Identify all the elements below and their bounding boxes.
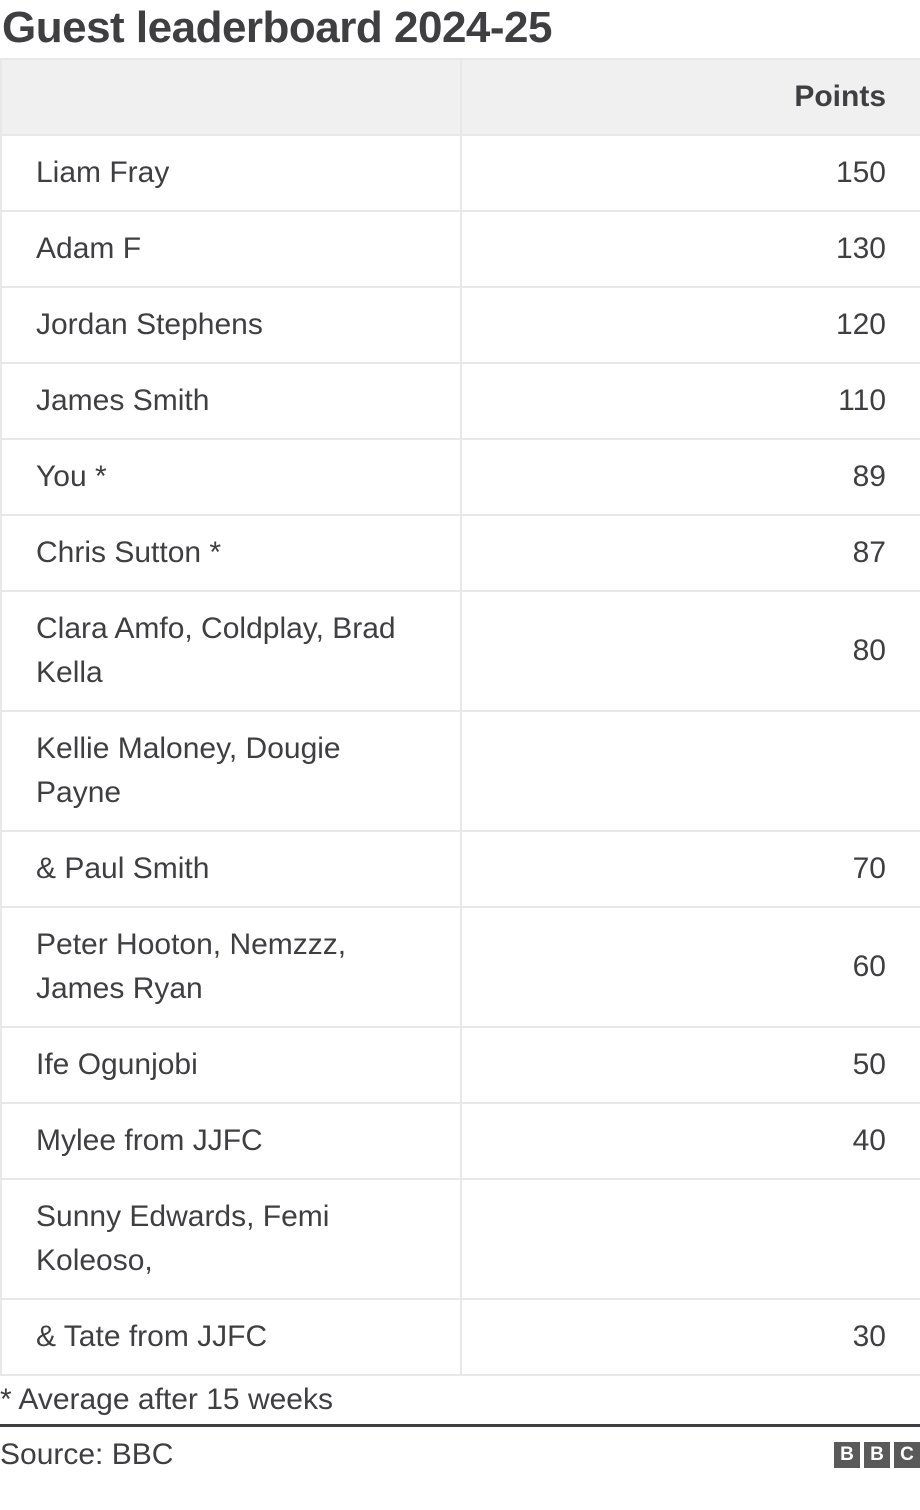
footnote: * Average after 15 weeks [0, 1376, 920, 1427]
table-row: Jordan Stephens 120 [0, 286, 920, 364]
guest-points: 70 [460, 830, 920, 908]
guest-points: 130 [460, 210, 920, 288]
guest-points: 60 [460, 906, 920, 1028]
guest-points: 40 [460, 1102, 920, 1180]
guest-points [460, 1178, 920, 1300]
guest-name: Peter Hooton, Nemzzz, James Ryan [0, 906, 462, 1028]
table-row: James Smith 110 [0, 362, 920, 440]
guest-name: Liam Fray [0, 134, 462, 212]
guest-name: Adam F [0, 210, 462, 288]
guest-name: You * [0, 438, 462, 516]
column-header-name [0, 58, 462, 136]
chart-title: Guest leaderboard 2024-25 [2, 3, 552, 52]
table-row: Kellie Maloney, Dougie Payne [0, 710, 920, 832]
guest-points: 110 [460, 362, 920, 440]
guest-name: James Smith [0, 362, 462, 440]
table-row: Clara Amfo, Coldplay, Brad Kella 80 [0, 590, 920, 712]
guest-name: & Paul Smith [0, 830, 462, 908]
guest-points: 87 [460, 514, 920, 592]
guest-name: Kellie Maloney, Dougie Payne [0, 710, 462, 832]
bbc-logo-icon: B B C [834, 1442, 920, 1468]
table-row: & Paul Smith 70 [0, 830, 920, 908]
table-row: Sunny Edwards, Femi Koleoso, [0, 1178, 920, 1300]
table-row: Peter Hooton, Nemzzz, James Ryan 60 [0, 906, 920, 1028]
guest-points: 89 [460, 438, 920, 516]
table-row: You * 89 [0, 438, 920, 516]
logo-letter: B [864, 1442, 890, 1468]
table-row: & Tate from JJFC 30 [0, 1298, 920, 1376]
guest-points: 30 [460, 1298, 920, 1376]
column-header-points: Points [460, 58, 920, 136]
table-row: Ife Ogunjobi 50 [0, 1026, 920, 1104]
source-label: Source: BBC [0, 1438, 174, 1471]
table-row: Adam F 130 [0, 210, 920, 288]
leaderboard-table: Points Liam Fray 150 Adam F 130 Jordan Ste… [0, 58, 920, 1376]
table-header-row: Points [0, 58, 920, 136]
logo-letter: B [834, 1442, 860, 1468]
guest-points: 150 [460, 134, 920, 212]
guest-points: 120 [460, 286, 920, 364]
guest-name: Chris Sutton * [0, 514, 462, 592]
guest-name: & Tate from JJFC [0, 1298, 462, 1376]
logo-letter: C [894, 1442, 920, 1468]
guest-name: Jordan Stephens [0, 286, 462, 364]
guest-points: 50 [460, 1026, 920, 1104]
guest-points: 80 [460, 590, 920, 712]
footer: Source: BBC B B C [0, 1427, 920, 1483]
guest-points [460, 710, 920, 832]
guest-name: Sunny Edwards, Femi Koleoso, [0, 1178, 462, 1300]
table-row: Chris Sutton * 87 [0, 514, 920, 592]
table-row: Liam Fray 150 [0, 134, 920, 212]
guest-name: Clara Amfo, Coldplay, Brad Kella [0, 590, 462, 712]
guest-name: Mylee from JJFC [0, 1102, 462, 1180]
table-row: Mylee from JJFC 40 [0, 1102, 920, 1180]
guest-name: Ife Ogunjobi [0, 1026, 462, 1104]
